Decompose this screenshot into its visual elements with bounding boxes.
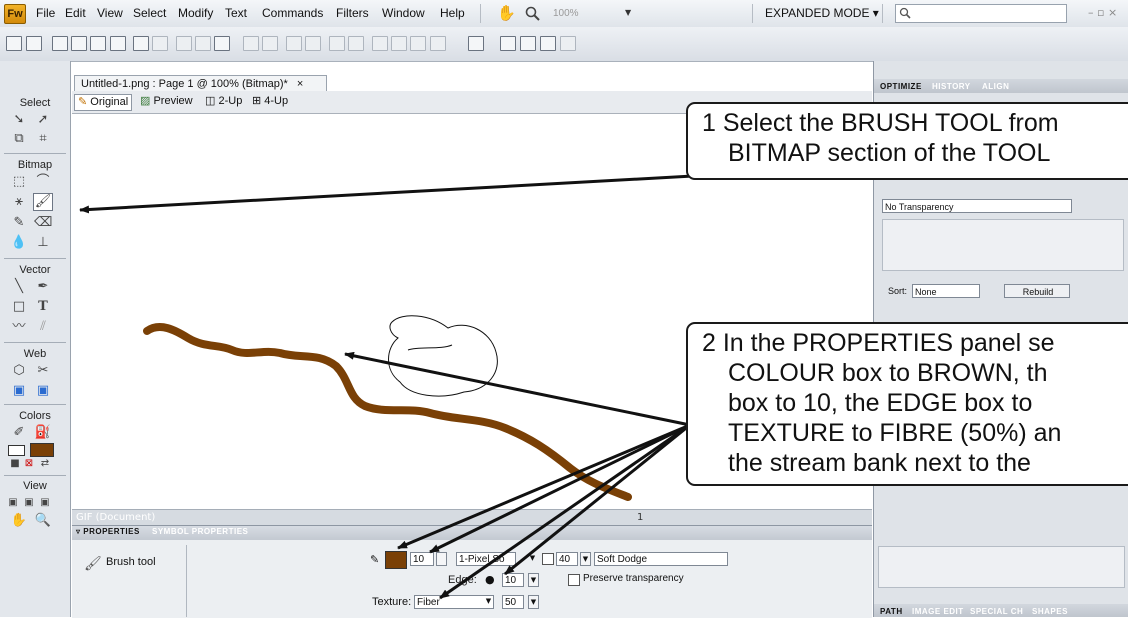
arrow-to-texture-field <box>439 423 691 600</box>
arrow-to-brush-tool <box>79 174 694 214</box>
stone-outline <box>388 315 498 397</box>
arrow-to-size-field <box>429 423 691 554</box>
arrow-to-color-box <box>397 423 691 550</box>
annotation-overlay <box>79 174 694 600</box>
arrow-to-edge-field <box>504 423 691 576</box>
arrow-to-brush-stroke <box>344 351 691 427</box>
callout-step-1: 1 Select the BRUSH TOOL from BITMAP sect… <box>686 102 1128 180</box>
brush-stroke <box>143 323 632 501</box>
callout-step-2: 2 In the PROPERTIES panel se COLOUR box … <box>686 322 1128 486</box>
